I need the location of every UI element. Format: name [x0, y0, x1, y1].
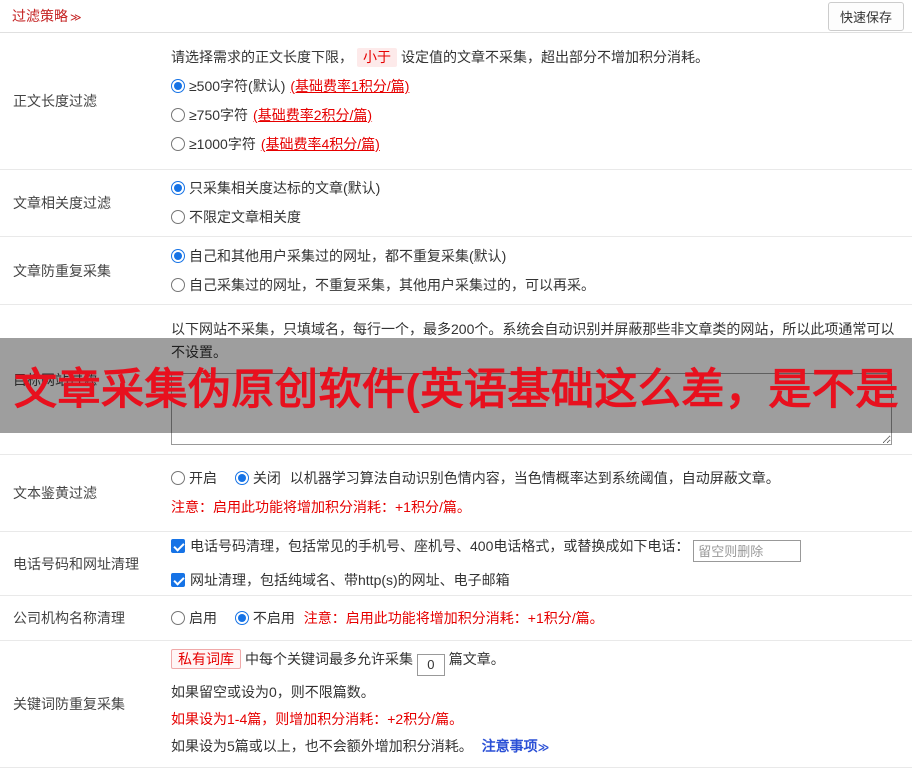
radio-icon[interactable] [171, 471, 185, 485]
radio-length-500[interactable]: ≥500字符(默认) (基础费率1积分/篇) [171, 76, 904, 97]
page-title: 过滤策略 ≫ [12, 6, 82, 26]
row-label-dedup: 文章防重复采集 [13, 262, 111, 279]
checkbox-url-cleanup[interactable]: 网址清理，包括纯域名、带http(s)的网址、电子邮箱 [171, 572, 510, 588]
option-label: ≥500字符(默认) [189, 78, 286, 94]
radio-company-off[interactable]: 不启用 [234, 609, 299, 626]
option-label: 自己采集过的网址，不重复采集，其他用户采集过的，可以再采。 [189, 276, 595, 293]
radio-icon[interactable] [234, 610, 249, 625]
radio-relevance-any[interactable]: 不限定文章相关度 [171, 207, 904, 228]
option-label: 关闭 [252, 470, 281, 486]
watermark-banner: 文章采集伪原创软件(英语基础这么差，是不是 [0, 338, 912, 433]
length-intro: 请选择需求的正文长度下限， 小于 设定值的文章不采集，超出部分不增加积分消耗。 [171, 47, 904, 68]
radio-icon[interactable] [171, 248, 185, 263]
option-label: ≥1000字符 [189, 136, 256, 152]
option-note: (基础费率2积分/篇) [253, 107, 373, 123]
notice-link[interactable]: 注意事项≫ [482, 738, 550, 754]
quick-save-button[interactable]: 快速保存 [827, 1, 904, 31]
keyword-limit-text: 中每个关键词最多允许采集 [245, 651, 413, 668]
private-lexicon-tag: 私有词库 [171, 649, 241, 670]
row-label-keyword: 关键词防重复采集 [13, 696, 125, 712]
radio-length-750[interactable]: ≥750字符 (基础费率2积分/篇) [171, 105, 904, 126]
porn-filter-desc: 以机器学习算法自动识别色情内容，当色情概率达到系统阈值，自动屏蔽文章。 [289, 470, 780, 486]
less-than-tag: 小于 [357, 48, 397, 67]
checkbox-icon[interactable] [171, 538, 185, 553]
company-cleanup-note: 注意：启用此功能将增加积分消耗：+1积分/篇。 [303, 609, 604, 626]
keyword-limit-line2: 如果留空或设为0，则不限篇数。 [171, 683, 375, 700]
radio-icon[interactable] [171, 137, 185, 151]
row-dedup-collection: 文章防重复采集 自己和其他用户采集过的网址，都不重复采集(默认) 自己采集过的网… [0, 237, 912, 305]
row-label-phone-url: 电话号码和网址清理 [13, 555, 139, 572]
keyword-limit-text-end: 篇文章。 [448, 651, 505, 668]
filter-strategy-page: 过滤策略 ≫ 快速保存 正文长度过滤 请选择需求的正文长度下限， 小于 设定值的文章不… [0, 0, 912, 768]
keyword-limit-line3: 如果设为1-4篇，则增加积分消耗：+2积分/篇。 [171, 710, 464, 727]
row-label-relevance: 文章相关度过滤 [13, 195, 111, 211]
row-keyword-limit: 关键词防重复采集 私有词库中每个关键词最多允许采集 篇文章。 如果留空或设为0，… [0, 641, 912, 768]
row-relevance-filter: 文章相关度过滤 只采集相关度达标的文章(默认) 不限定文章相关度 [0, 170, 912, 237]
notice-link-label: 注意事项 [481, 737, 538, 754]
length-intro-after: 设定值的文章不采集，超出部分不增加积分消耗。 [401, 49, 709, 65]
radio-relevance-strict[interactable]: 只采集相关度达标的文章(默认) [171, 178, 904, 199]
chevron-down-icon: ≫ [70, 12, 82, 24]
replacement-phone-input[interactable] [693, 540, 802, 563]
radio-icon[interactable] [171, 108, 185, 122]
watermark-text: 文章采集伪原创软件(英语基础这么差，是不是 [14, 365, 899, 414]
radio-company-on[interactable]: 启用 [171, 610, 221, 626]
option-label: 只采集相关度达标的文章(默认) [189, 180, 381, 196]
radio-dedup-all-users[interactable]: 自己和其他用户采集过的网址，都不重复采集(默认) [171, 246, 904, 267]
page-header: 过滤策略 ≫ 快速保存 [0, 0, 912, 33]
radio-icon[interactable] [171, 610, 185, 625]
porn-filter-note: 注意：启用此功能将增加积分消耗：+1积分/篇。 [171, 499, 471, 515]
option-label: 不启用 [252, 609, 295, 626]
radio-porn-on[interactable]: 开启 [171, 470, 221, 486]
page-title-text: 过滤策略 [12, 8, 68, 24]
radio-icon[interactable] [234, 471, 249, 485]
row-porn-filter: 文本鉴黄过滤 开启 关闭 以机器学习算法自动识别色情内容，当色情概率达到系统阈值… [0, 455, 912, 532]
row-label-company: 公司机构名称清理 [13, 610, 125, 626]
radio-porn-off[interactable]: 关闭 [234, 470, 285, 486]
option-label: ≥750字符 [189, 107, 249, 123]
row-company-cleanup: 公司机构名称清理 启用 不启用 注意：启用此功能将增加积分消耗：+1积分/篇。 [0, 596, 912, 641]
option-label: 网址清理，包括纯域名、带http(s)的网址、电子邮箱 [190, 572, 510, 589]
option-label: 开启 [189, 470, 217, 486]
row-label-porn: 文本鉴黄过滤 [13, 485, 97, 501]
checkbox-phone-cleanup[interactable]: 电话号码清理，包括常见的手机号、座机号、400电话格式，或替换成如下电话： [171, 538, 693, 554]
radio-length-1000[interactable]: ≥1000字符 (基础费率4积分/篇) [171, 134, 904, 155]
double-chevron-icon: ≫ [537, 741, 550, 754]
row-label-length: 正文长度过滤 [13, 93, 97, 109]
option-label: 不限定文章相关度 [189, 209, 301, 225]
option-note: (基础费率4积分/篇) [260, 136, 380, 152]
option-label: 自己和其他用户采集过的网址，都不重复采集(默认) [189, 247, 507, 264]
keyword-limit-line4: 如果设为5篇或以上，也不会额外增加积分消耗。 [171, 737, 473, 754]
checkbox-icon[interactable] [171, 573, 185, 588]
row-length-filter: 正文长度过滤 请选择需求的正文长度下限， 小于 设定值的文章不采集，超出部分不增加积… [0, 33, 912, 170]
radio-icon[interactable] [171, 277, 185, 292]
radio-icon[interactable] [171, 79, 185, 93]
radio-icon[interactable] [171, 210, 185, 224]
row-phone-url-cleanup: 电话号码和网址清理 电话号码清理，包括常见的手机号、座机号、400电话格式，或替… [0, 532, 912, 596]
keyword-count-input[interactable] [416, 653, 445, 676]
option-label: 电话号码清理，包括常见的手机号、座机号、400电话格式，或替换成如下电话： [190, 537, 690, 554]
radio-icon[interactable] [171, 181, 185, 195]
option-note: (基础费率1积分/篇) [290, 78, 410, 94]
option-label: 启用 [189, 609, 217, 626]
length-intro-before: 请选择需求的正文长度下限， [171, 49, 353, 65]
radio-dedup-self-only[interactable]: 自己采集过的网址，不重复采集，其他用户采集过的，可以再采。 [171, 275, 904, 296]
